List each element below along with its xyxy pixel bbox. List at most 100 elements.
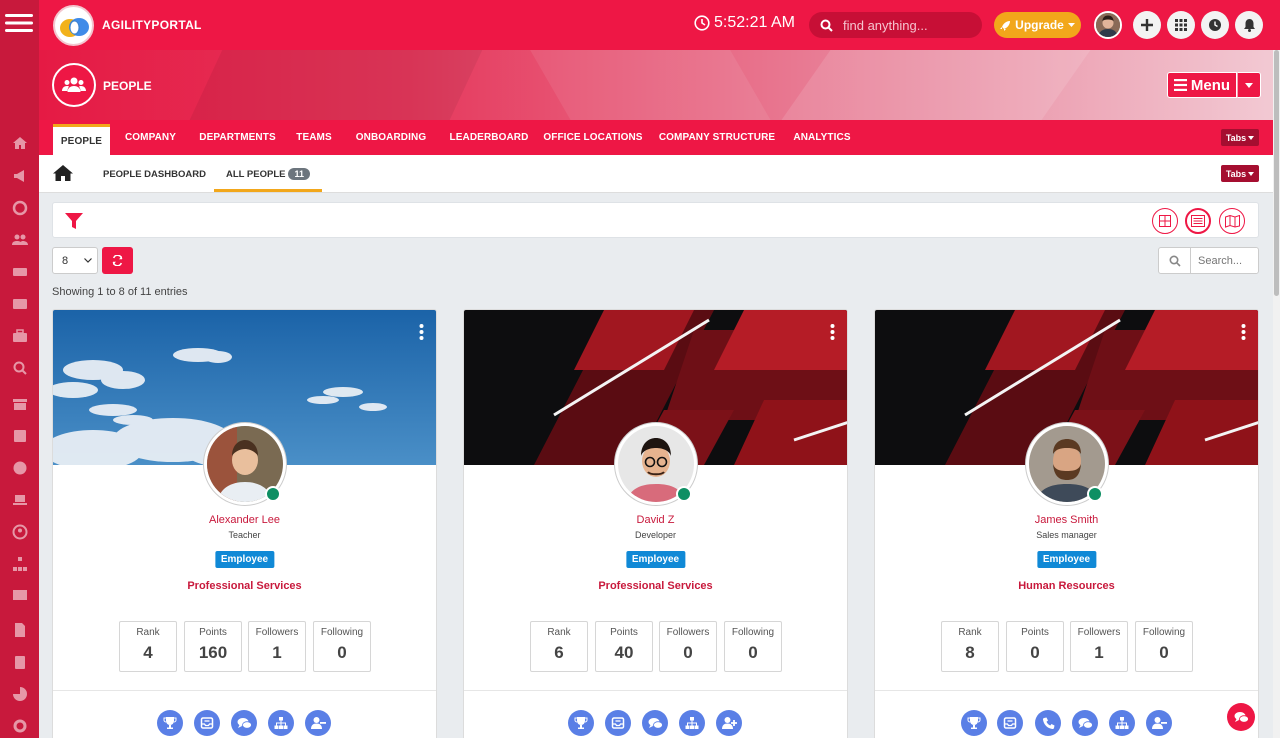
brand-logo[interactable] <box>53 5 94 46</box>
user-circle-icon[interactable] <box>12 524 28 540</box>
stat-rank: Rank 6 <box>530 621 588 672</box>
home-icon[interactable] <box>12 135 28 151</box>
pie-chart-icon[interactable] <box>12 686 28 702</box>
page-scrollbar[interactable] <box>1273 50 1280 738</box>
unfollow-button[interactable] <box>305 710 331 736</box>
chat-button[interactable] <box>231 710 257 736</box>
follow-button[interactable] <box>716 710 742 736</box>
org-chart-button[interactable] <box>1109 710 1135 736</box>
page-size-select[interactable]: 8 <box>52 247 98 274</box>
subnav-all-people-label: ALL PEOPLE <box>226 169 286 180</box>
person-department[interactable]: Professional Services <box>53 580 436 592</box>
card-icon[interactable] <box>12 296 28 312</box>
person-name[interactable]: David Z <box>464 514 847 526</box>
grid-view-button[interactable] <box>1152 208 1178 234</box>
trophy-button[interactable] <box>961 710 987 736</box>
inbox-button[interactable] <box>605 710 631 736</box>
tab-analytics[interactable]: ANALYTICS <box>787 120 857 155</box>
chat-icon <box>237 717 252 729</box>
document-icon[interactable] <box>12 622 28 638</box>
more-options-icon[interactable] <box>830 324 835 340</box>
filter-icon[interactable] <box>65 212 83 230</box>
stat-value: 0 <box>748 643 758 662</box>
trophy-button[interactable] <box>157 710 183 736</box>
table-search-input[interactable] <box>1191 248 1257 273</box>
subnav-tabs-dropdown[interactable]: Tabs <box>1221 165 1259 182</box>
chalkboard-icon[interactable] <box>12 588 28 604</box>
palette-icon[interactable] <box>12 460 28 476</box>
keyboard-icon[interactable] <box>12 264 28 280</box>
grid-icon <box>1175 19 1187 31</box>
add-button[interactable] <box>1133 11 1161 39</box>
megaphone-icon[interactable] <box>12 168 28 184</box>
caret-down-icon <box>1248 171 1255 176</box>
caret-down-icon <box>1067 22 1075 27</box>
person-name[interactable]: James Smith <box>875 514 1258 526</box>
org-chart-button[interactable] <box>268 710 294 736</box>
gear-icon[interactable] <box>12 718 28 734</box>
person-name[interactable]: Alexander Lee <box>53 514 436 526</box>
tab-onboarding[interactable]: ONBOARDING <box>350 120 432 155</box>
stat-points: Points 40 <box>595 621 653 672</box>
home-icon[interactable] <box>53 164 73 182</box>
notifications-button[interactable] <box>1235 11 1263 39</box>
trophy-button[interactable] <box>568 710 594 736</box>
tabs-dropdown[interactable]: Tabs <box>1221 129 1259 146</box>
person-department[interactable]: Professional Services <box>464 580 847 592</box>
briefcase-icon[interactable] <box>12 328 28 344</box>
store-icon[interactable] <box>12 396 28 412</box>
stat-followers: Followers 0 <box>659 621 717 672</box>
menu-dropdown-toggle[interactable] <box>1237 72 1261 98</box>
person-department[interactable]: Human Resources <box>875 580 1258 592</box>
square-icon[interactable] <box>12 428 28 444</box>
global-search[interactable] <box>809 12 982 38</box>
more-options-icon[interactable] <box>1241 324 1246 340</box>
person-role: Sales manager <box>1036 530 1097 540</box>
laptop-icon[interactable] <box>12 492 28 508</box>
tab-company[interactable]: COMPANY <box>117 120 184 155</box>
chat-button[interactable] <box>1072 710 1098 736</box>
stat-value: 160 <box>198 643 228 662</box>
history-button[interactable] <box>1201 11 1229 39</box>
magnifier-icon[interactable] <box>12 360 28 376</box>
menu-button[interactable]: Menu <box>1167 72 1237 98</box>
inbox-button[interactable] <box>997 710 1023 736</box>
tab-leaderboard[interactable]: LEADERBOARD <box>444 120 534 155</box>
entries-info: Showing 1 to 8 of 11 entries <box>52 286 188 298</box>
subnav-all-people[interactable]: ALL PEOPLE 11 <box>214 168 322 192</box>
users-icon[interactable] <box>12 232 28 248</box>
subnav-people-dashboard[interactable]: PEOPLE DASHBOARD <box>103 169 206 180</box>
table-search[interactable] <box>1158 247 1259 274</box>
user-avatar[interactable] <box>1094 11 1122 39</box>
page-banner: PEOPLE Menu <box>39 50 1273 120</box>
clipboard-icon[interactable] <box>12 654 28 670</box>
refresh-button[interactable] <box>102 247 133 274</box>
tab-people[interactable]: PEOPLE <box>53 124 110 155</box>
stat-label: Points <box>610 627 638 638</box>
tab-company-structure[interactable]: COMPANY STRUCTURE <box>658 120 776 155</box>
more-options-icon[interactable] <box>419 324 424 340</box>
clock-icon <box>1209 19 1221 31</box>
sitemap-icon[interactable] <box>12 556 28 572</box>
map-view-button[interactable] <box>1219 208 1245 234</box>
left-rail <box>0 0 39 738</box>
stat-rank: Rank 4 <box>119 621 177 672</box>
apps-button[interactable] <box>1167 11 1195 39</box>
unfollow-button[interactable] <box>1146 710 1172 736</box>
chat-button[interactable] <box>642 710 668 736</box>
list-view-button[interactable] <box>1185 208 1211 234</box>
tab-teams[interactable]: TEAMS <box>291 120 337 155</box>
org-chart-button[interactable] <box>679 710 705 736</box>
stat-label: Points <box>1021 627 1049 638</box>
follow-icon <box>721 717 737 729</box>
tab-office-locations[interactable]: OFFICE LOCATIONS <box>542 120 644 155</box>
inbox-button[interactable] <box>194 710 220 736</box>
call-button[interactable] <box>1035 710 1061 736</box>
scrollbar-thumb[interactable] <box>1274 50 1279 296</box>
upgrade-button[interactable]: Upgrade <box>994 12 1081 38</box>
tab-departments[interactable]: DEPARTMENTS <box>194 120 281 155</box>
hamburger-menu-icon[interactable] <box>5 9 33 37</box>
live-chat-button[interactable] <box>1227 703 1255 731</box>
support-icon[interactable] <box>12 200 28 216</box>
global-search-input[interactable] <box>843 17 973 33</box>
